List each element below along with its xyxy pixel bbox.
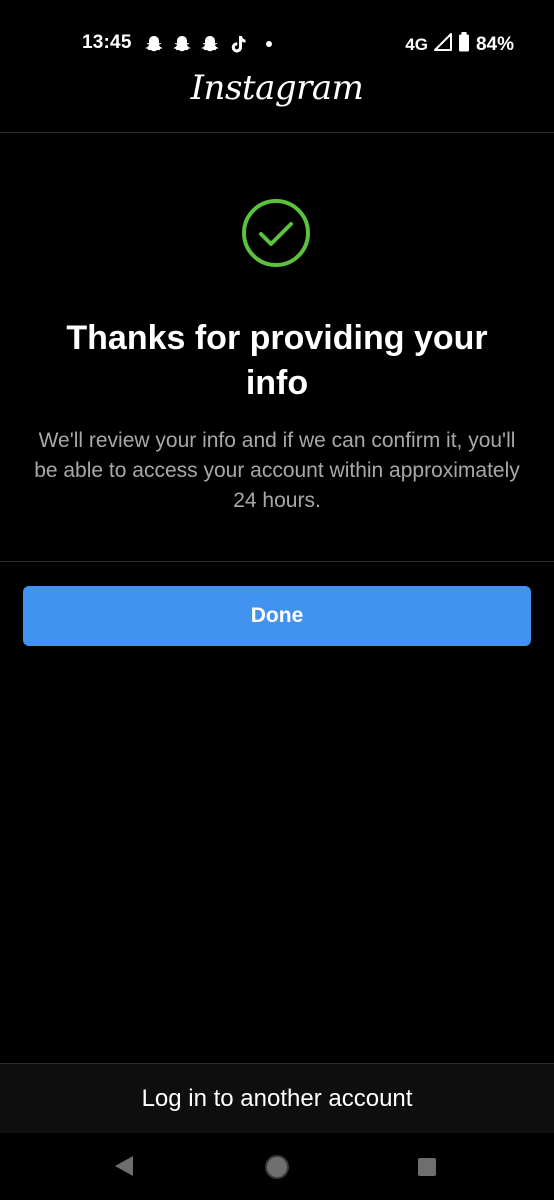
- signal-icon: [433, 33, 452, 56]
- network-label: 4G: [405, 34, 428, 54]
- divider: [0, 561, 554, 562]
- home-icon[interactable]: [264, 1154, 290, 1185]
- status-right: 4G 84%: [405, 32, 514, 57]
- back-icon[interactable]: [113, 1155, 135, 1182]
- snapchat-icon: [200, 34, 220, 54]
- more-notifications-dot: [266, 41, 272, 47]
- status-bar: 13:45 4G 84%: [0, 0, 554, 62]
- success-check-icon: [241, 198, 311, 268]
- description-text: We'll review your info and if we can con…: [34, 429, 520, 512]
- battery-percent: 84%: [475, 33, 514, 55]
- tiktok-icon: [228, 34, 248, 54]
- status-time: 13:45: [82, 32, 132, 53]
- notification-icons: [144, 33, 272, 55]
- log-in-another-account-link[interactable]: Log in to another account: [142, 1085, 413, 1113]
- page-title: Thanks for providing your info: [66, 319, 488, 402]
- system-nav-bar: [0, 1133, 554, 1200]
- recents-icon[interactable]: [417, 1157, 437, 1182]
- bottom-bar: Log in to another account: [0, 1063, 554, 1134]
- battery-icon: [458, 32, 470, 57]
- app-header: Instagram: [0, 62, 554, 133]
- instagram-logo: Instagram: [190, 68, 364, 108]
- snapchat-icon: [172, 34, 192, 54]
- snapchat-icon: [144, 34, 164, 54]
- done-button[interactable]: Done: [23, 586, 531, 646]
